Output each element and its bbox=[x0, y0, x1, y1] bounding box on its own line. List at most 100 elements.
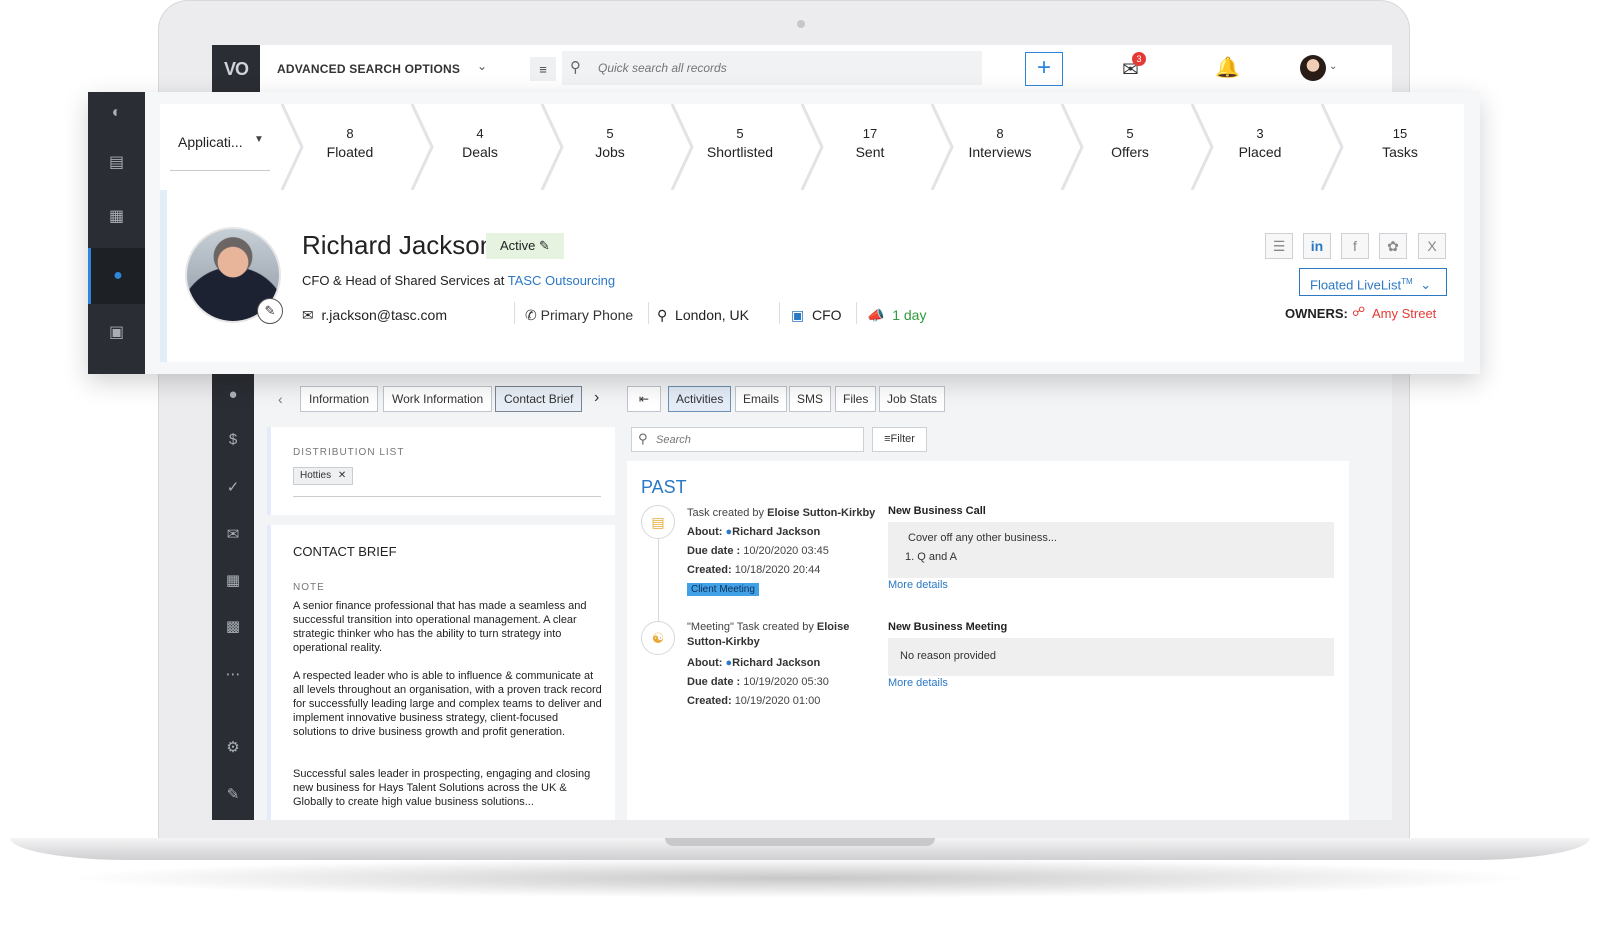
mail-icon[interactable]: ✉ bbox=[212, 525, 254, 543]
gear-icon[interactable]: ⚙ bbox=[212, 738, 254, 756]
close-icon[interactable]: ✕ bbox=[338, 470, 346, 481]
created-date: 10/19/2020 01:00 bbox=[734, 695, 821, 707]
profile-card: ✎ Richard Jackson Active ✎ CFO & Head of… bbox=[160, 190, 1464, 362]
facebook-icon[interactable]: f bbox=[1341, 233, 1369, 259]
chip-label: Hotties bbox=[300, 470, 332, 481]
activity-search-input[interactable] bbox=[656, 432, 856, 448]
stage-interviews[interactable]: 8 Interviews bbox=[935, 104, 1065, 190]
phone-icon: ✆ bbox=[525, 307, 537, 323]
stage-sent[interactable]: 17 Sent bbox=[805, 104, 935, 190]
tabs-prev-icon[interactable]: ‹ bbox=[278, 391, 283, 407]
due-label: Due date : bbox=[687, 545, 741, 557]
layers-icon[interactable]: ☰ bbox=[1265, 233, 1293, 259]
advanced-search-label[interactable]: ADVANCED SEARCH OPTIONS bbox=[277, 62, 460, 76]
livelist-dropdown[interactable]: Floated LiveListTM ⌄ bbox=[1299, 268, 1447, 296]
stage-offers[interactable]: 5 Offers bbox=[1065, 104, 1195, 190]
record-header-overlay: ◐ ▤ ▦ ● ▣ Applicati... ▼ 8 Floated 4 Deals… bbox=[88, 92, 1480, 374]
phone-item[interactable]: ✆ Primary Phone bbox=[525, 307, 633, 324]
add-record-button[interactable]: + bbox=[1025, 52, 1063, 86]
more-details-link[interactable]: More details bbox=[888, 677, 948, 689]
filter-button[interactable]: ≡Filter bbox=[872, 427, 927, 452]
pencil-icon[interactable]: ✎ bbox=[257, 298, 283, 324]
dropdown-underline bbox=[170, 170, 270, 171]
app-logo[interactable]: VO bbox=[212, 45, 260, 93]
created-by-name[interactable]: Eloise bbox=[817, 621, 849, 633]
person-icon[interactable]: ● bbox=[212, 386, 254, 403]
activity-tag: Client Meeting bbox=[687, 583, 759, 596]
collapse-left-icon[interactable]: ⇤ bbox=[627, 386, 661, 412]
activity-body-line: No reason provided bbox=[900, 650, 997, 662]
email-item[interactable]: ✉ r.jackson@tasc.com bbox=[302, 307, 447, 324]
distribution-label: DISTRIBUTION LIST bbox=[293, 447, 405, 458]
stage-deals[interactable]: 4 Deals bbox=[415, 104, 545, 190]
company-link[interactable]: TASC Outsourcing bbox=[508, 273, 615, 288]
owner-name[interactable]: Amy Street bbox=[1372, 306, 1436, 321]
status-badge[interactable]: Active ✎ bbox=[486, 233, 564, 259]
tab-contact-brief[interactable]: Contact Brief bbox=[495, 386, 583, 412]
task-icon: ▤ bbox=[641, 505, 675, 539]
created-by-name[interactable]: Eloise Sutton-Kirkby bbox=[767, 507, 875, 519]
stage-count: 4 bbox=[476, 126, 484, 141]
tab-files[interactable]: Files bbox=[835, 386, 877, 412]
caret-down-icon[interactable]: ▼ bbox=[254, 134, 264, 145]
email-value[interactable]: r.jackson@tasc.com bbox=[322, 307, 447, 323]
stage-count: 3 bbox=[1256, 126, 1264, 141]
created-by-name[interactable]: Sutton-Kirkby bbox=[687, 636, 760, 648]
quick-search: ⚲ bbox=[562, 51, 982, 85]
stage-count: 15 bbox=[1392, 126, 1408, 141]
linkedin-icon[interactable]: in bbox=[1303, 233, 1331, 259]
stage-label: Placed bbox=[1238, 144, 1282, 160]
applications-dropdown[interactable]: Applicati... bbox=[178, 134, 243, 150]
pencil-icon[interactable]: ✎ bbox=[212, 785, 254, 803]
chevron-down-icon[interactable]: ⌄ bbox=[477, 59, 487, 73]
stage-label: Sent bbox=[855, 144, 885, 160]
dashboard-icon[interactable]: ◐ bbox=[88, 98, 145, 128]
tab-job-stats[interactable]: Job Stats bbox=[879, 386, 946, 412]
search-icon: ⚲ bbox=[570, 59, 581, 76]
location-pin-icon: ⚲ bbox=[657, 307, 668, 323]
chart-icon[interactable]: ▩ bbox=[212, 617, 254, 635]
calendar-icon[interactable]: ▦ bbox=[212, 571, 254, 589]
quick-search-input[interactable] bbox=[598, 59, 958, 77]
stage-count: 5 bbox=[606, 126, 614, 141]
tab-work-information[interactable]: Work Information bbox=[383, 386, 493, 412]
pipeline-bar: Applicati... ▼ 8 Floated 4 Deals 5 Jobs 5 Sh… bbox=[160, 104, 1464, 190]
more-icon[interactable]: ⋯ bbox=[212, 665, 254, 683]
chevron-down-icon[interactable]: ⌄ bbox=[1329, 61, 1337, 72]
stage-tasks[interactable]: 15 Tasks bbox=[1335, 104, 1465, 190]
check-circle-icon[interactable]: ✓ bbox=[212, 478, 254, 496]
bell-icon[interactable]: 🔔 bbox=[1215, 55, 1240, 80]
stage-floated[interactable]: 8 Floated bbox=[285, 104, 415, 190]
search-icon: ⚲ bbox=[638, 431, 648, 446]
activity-body: No reason provided bbox=[888, 638, 1334, 676]
dollar-icon[interactable]: $ bbox=[212, 431, 254, 448]
tab-emails[interactable]: Emails bbox=[735, 386, 788, 412]
about-name[interactable]: Richard Jackson bbox=[732, 657, 820, 669]
stage-placed[interactable]: 3 Placed bbox=[1195, 104, 1325, 190]
user-avatar[interactable] bbox=[1300, 55, 1326, 81]
stage-label: Shortlisted bbox=[706, 144, 774, 160]
stage-shortlisted[interactable]: 5 Shortlisted bbox=[675, 104, 805, 190]
twitter-icon[interactable]: ✿ bbox=[1379, 233, 1407, 259]
past-heading: PAST bbox=[641, 477, 687, 497]
edit-icon[interactable]: ✎ bbox=[539, 238, 550, 253]
notification-badge: 3 bbox=[1132, 52, 1146, 66]
clipboard-icon[interactable]: ▤ bbox=[88, 148, 145, 178]
tab-information[interactable]: Information bbox=[300, 386, 379, 412]
briefcase-icon[interactable]: ▣ bbox=[88, 318, 145, 348]
tab-activities[interactable]: Activities bbox=[668, 386, 732, 412]
stage-jobs[interactable]: 5 Jobs bbox=[545, 104, 675, 190]
more-details-link[interactable]: More details bbox=[888, 579, 948, 591]
created-date: 10/18/2020 20:44 bbox=[734, 564, 821, 576]
building-icon[interactable]: ▦ bbox=[88, 202, 145, 232]
activity-title: New Business Call bbox=[888, 505, 986, 517]
xing-icon[interactable]: X bbox=[1418, 233, 1446, 259]
distribution-pane: DISTRIBUTION LIST Hotties ✕ bbox=[267, 427, 615, 515]
contacts-icon[interactable]: ● bbox=[88, 248, 145, 304]
phone-value[interactable]: Primary Phone bbox=[541, 307, 634, 323]
filter-icon[interactable]: ≡ bbox=[530, 57, 556, 81]
overlay-sidebar: ◐ ▤ ▦ ● ▣ bbox=[88, 92, 145, 374]
tabs-next-icon[interactable]: › bbox=[594, 389, 599, 407]
tab-sms[interactable]: SMS bbox=[789, 386, 832, 412]
about-name[interactable]: Richard Jackson bbox=[732, 526, 820, 538]
